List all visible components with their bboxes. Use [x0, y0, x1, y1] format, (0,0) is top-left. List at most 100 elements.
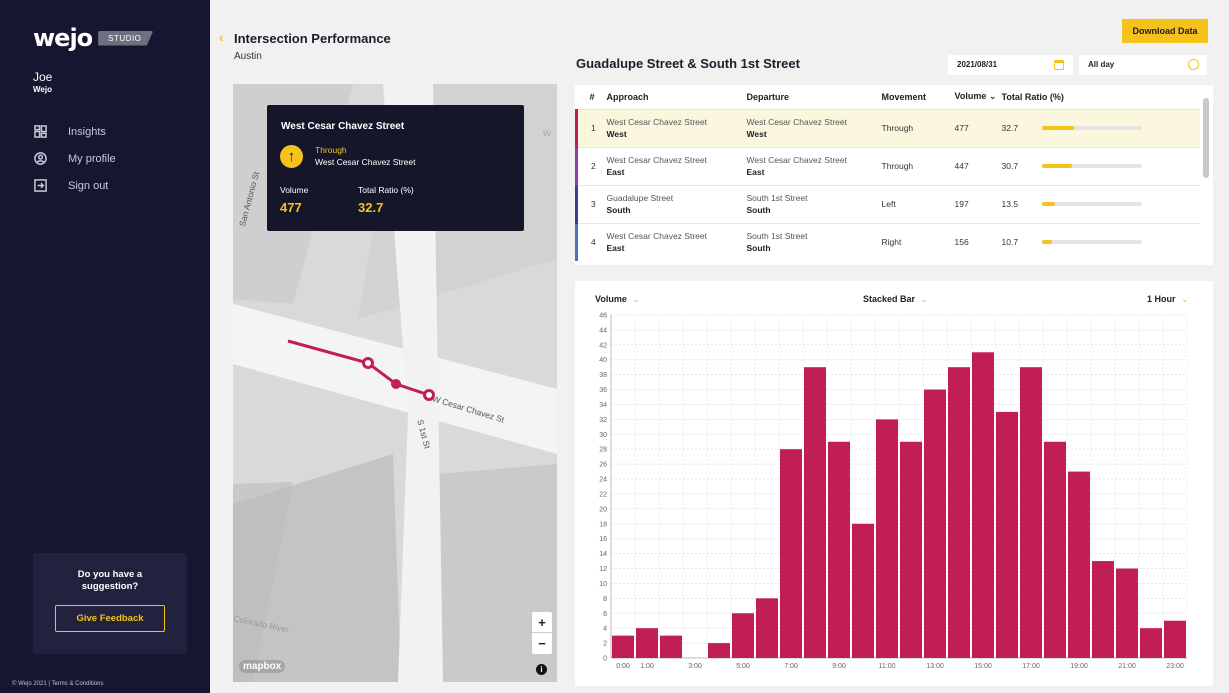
- approach-street: Guadalupe Street: [606, 193, 674, 203]
- x-tick-label: 11:00: [879, 663, 896, 670]
- bar: [1116, 568, 1138, 658]
- x-tick-label: 9:00: [832, 663, 846, 670]
- tooltip-volume-label: Volume: [280, 185, 309, 195]
- approach-direction: East: [606, 167, 625, 177]
- row-total-ratio: 10.7: [1001, 222, 1201, 261]
- zoom-in-button[interactable]: +: [532, 612, 552, 633]
- bar: [612, 635, 634, 658]
- table-row[interactable]: 4 West Cesar Chavez Street East South 1st S…: [575, 222, 1201, 261]
- logo-wordmark: wejo: [33, 24, 93, 52]
- approach-direction: East: [606, 243, 625, 254]
- ratio-cell: 10.7: [1002, 237, 1201, 247]
- approach-direction: West: [606, 129, 627, 139]
- table-row[interactable]: 3 Guadalupe Street South South 1st Street So…: [575, 184, 1200, 223]
- time-range-value: All day: [1088, 60, 1115, 69]
- col-volume[interactable]: Volume ⌄: [955, 85, 1002, 109]
- tooltip-departure: West Cesar Chavez Street: [315, 157, 416, 167]
- table-row[interactable]: 1 West Cesar Chavez Street West West Cesar …: [575, 108, 1200, 147]
- chart-panel: Volume ⌄ Stacked Bar ⌄ 1 Hour ⌄ 0 2 4 6 8 10 12 14…: [575, 281, 1213, 686]
- volume-bar-chart: 0246810121416182022242628303234363840424…: [599, 313, 1188, 670]
- y-tick-label: 16: [599, 536, 607, 543]
- sidebar-item-sign-out[interactable]: Sign out: [33, 172, 116, 199]
- give-feedback-button[interactable]: Give Feedback: [55, 605, 165, 632]
- departure-direction: South: [746, 243, 771, 254]
- x-tick-label: 0:00: [616, 663, 630, 670]
- row-movement: Right: [881, 222, 955, 261]
- approach-street: West Cesar Chavez Street: [606, 117, 707, 127]
- road-label-clipped: W: [543, 128, 552, 138]
- row-index: 3: [575, 184, 607, 223]
- bar: [1020, 367, 1042, 658]
- clock-icon: [1188, 59, 1199, 70]
- row-volume: 477: [954, 108, 1002, 147]
- ratio-value: 13.5: [1001, 199, 1019, 209]
- bar: [924, 389, 946, 658]
- download-data-button[interactable]: Download Data: [1122, 19, 1208, 43]
- col-approach[interactable]: Approach: [607, 85, 747, 109]
- departure-street: South 1st Street: [746, 193, 808, 203]
- row-departure: South 1st Street South: [746, 184, 882, 223]
- sidebar-item-label: Insights: [68, 125, 106, 138]
- row-movement: Through: [881, 108, 955, 147]
- studio-badge: STUDIO: [98, 30, 154, 46]
- bar: [708, 643, 730, 658]
- wejo-logo[interactable]: wejo STUDIO: [33, 24, 154, 52]
- row-departure: West Cesar Chavez Street West: [746, 108, 882, 147]
- tooltip-ratio-value: 32.7: [358, 200, 384, 215]
- bar: [900, 441, 922, 658]
- bar: [948, 367, 970, 658]
- zoom-out-button[interactable]: −: [532, 633, 552, 654]
- sidebar-item-label: My profile: [68, 152, 116, 165]
- row-volume: 447: [954, 146, 1002, 185]
- calendar-icon: [1054, 60, 1064, 70]
- row-total-ratio: 13.5: [1001, 184, 1200, 223]
- y-tick-label: 32: [599, 417, 607, 424]
- sidebar-item-my-profile[interactable]: My profile: [33, 145, 116, 172]
- table-header-row: # Approach Departure Movement Volume ⌄ T…: [577, 85, 1201, 109]
- sort-down-icon: ⌄: [988, 91, 997, 102]
- y-tick-label: 38: [599, 372, 607, 379]
- table-scrollbar[interactable]: [1203, 90, 1209, 260]
- mapbox-logo[interactable]: mapbox: [239, 660, 286, 673]
- row-index: 2: [575, 146, 607, 185]
- y-tick-label: 0: [603, 656, 607, 663]
- ratio-value: 32.7: [1001, 123, 1019, 133]
- bar: [1092, 561, 1114, 658]
- y-tick-label: 14: [599, 551, 607, 558]
- x-tick-label: 21:00: [1118, 663, 1136, 670]
- y-tick-label: 8: [603, 596, 607, 603]
- info-icon[interactable]: i: [536, 664, 547, 675]
- back-chevron-icon[interactable]: ‹: [219, 30, 229, 44]
- y-tick-label: 46: [599, 313, 607, 320]
- bar: [1044, 441, 1066, 658]
- scrollbar-thumb[interactable]: [1203, 98, 1209, 178]
- col-departure[interactable]: Departure: [747, 85, 882, 109]
- movements-table-panel: # Approach Departure Movement Volume ⌄ T…: [575, 85, 1213, 265]
- approach-street: West Cesar Chavez Street: [606, 231, 707, 242]
- bar: [828, 441, 850, 658]
- row-departure: West Cesar Chavez Street East: [746, 146, 882, 185]
- bar: [780, 449, 802, 658]
- col-movement[interactable]: Movement: [882, 85, 955, 109]
- sidebar-item-insights[interactable]: Insights: [33, 118, 116, 145]
- x-tick-label: 17:00: [1022, 663, 1040, 670]
- ratio-bar-fill: [1041, 240, 1053, 245]
- tooltip-ratio-label: Total Ratio (%): [358, 185, 414, 195]
- y-tick-label: 36: [599, 387, 607, 394]
- col-total-ratio[interactable]: Total Ratio (%): [1002, 85, 1201, 109]
- row-movement: Through: [881, 146, 955, 185]
- departure-direction: South: [746, 205, 771, 215]
- x-tick-label: 23:00: [1166, 663, 1184, 670]
- bar: [852, 523, 874, 658]
- date-picker[interactable]: 2021/08/31: [948, 55, 1073, 75]
- time-range-select[interactable]: All day: [1079, 55, 1207, 75]
- row-index: 1: [575, 108, 607, 147]
- row-approach: West Cesar Chavez Street East: [606, 146, 747, 185]
- y-tick-label: 6: [603, 611, 607, 618]
- user-name: Joe: [33, 70, 53, 84]
- y-tick-label: 4: [603, 626, 607, 633]
- sidebar: wejo STUDIO Joe Wejo Insights My profile…: [0, 0, 210, 693]
- y-tick-label: 34: [599, 402, 607, 409]
- footer-links[interactable]: © Wejo 2021 | Terms & Conditions: [12, 681, 103, 687]
- table-row[interactable]: 2 West Cesar Chavez Street East West Cesar …: [575, 146, 1200, 185]
